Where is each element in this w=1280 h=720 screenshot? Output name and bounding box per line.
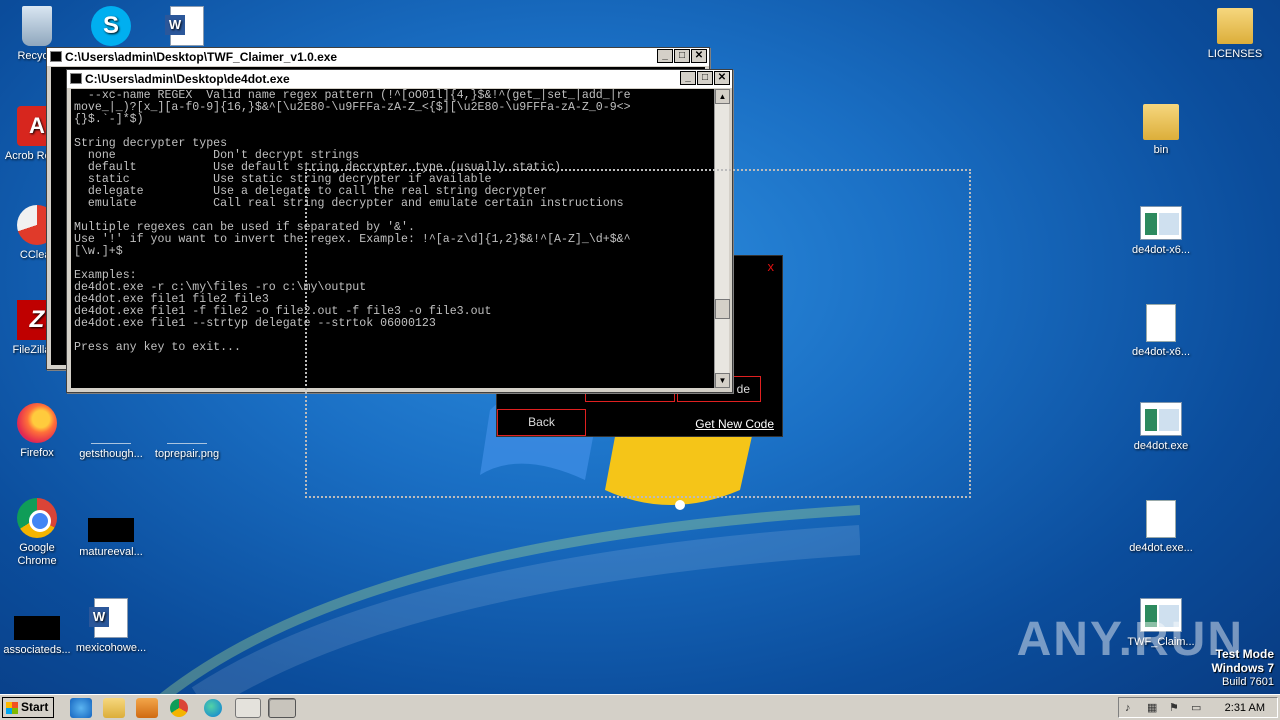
action-center-flag-icon[interactable]: ⚑ <box>1169 702 1181 714</box>
desktop-icon-label: toprepair.png <box>154 448 220 460</box>
taskbar-window-twf-claimer[interactable] <box>235 698 261 718</box>
chrome-icon <box>17 498 57 538</box>
folder-icon <box>1143 104 1179 140</box>
test-mode-notice: Test Mode Windows 7 Build 7601 <box>1211 647 1274 689</box>
file-icon <box>1146 500 1176 538</box>
png-file-icon <box>167 404 207 444</box>
desktop-icon-skype[interactable]: S <box>74 6 148 50</box>
close-button[interactable]: ✕ <box>714 71 730 85</box>
desktop-icon-toprepair[interactable]: toprepair.png <box>150 404 224 461</box>
desktop-icon-de4dot-x64-file[interactable]: de4dot-x6... <box>1124 304 1198 359</box>
firefox-icon <box>17 403 57 443</box>
black-thumbnail-icon <box>88 518 134 542</box>
windows-flag-icon <box>6 702 18 714</box>
media-player-icon[interactable] <box>136 698 158 718</box>
edge-icon[interactable] <box>204 699 222 717</box>
chrome-taskbar-icon[interactable] <box>170 699 188 717</box>
file-icon <box>91 404 131 444</box>
skype-icon: S <box>91 6 131 46</box>
word-document-icon <box>89 598 128 638</box>
explorer-folder-icon[interactable] <box>103 698 125 718</box>
file-icon <box>1146 304 1176 342</box>
internet-explorer-icon[interactable] <box>70 698 92 718</box>
desktop-icon-associateds[interactable]: associateds... <box>0 600 74 657</box>
desktop-icon-mexicohowe[interactable]: mexicohowe... <box>74 598 148 655</box>
minimize-button[interactable]: _ <box>657 49 673 63</box>
desktop-icon-label: de4dot.exe... <box>1129 542 1193 554</box>
taskbar-clock[interactable]: 2:31 AM <box>1225 702 1265 714</box>
exe-icon <box>1140 402 1182 436</box>
scroll-up-arrow-icon[interactable]: ▲ <box>715 89 730 104</box>
desktop-icon-label: mexicohowe... <box>75 642 147 654</box>
close-button[interactable]: ✕ <box>691 49 707 63</box>
black-thumbnail-icon <box>14 616 60 640</box>
taskbar: Start ♪ ▦ ⚑ ▭ 2:31 AM <box>0 694 1280 720</box>
window-titlebar[interactable]: C:\Users\admin\Desktop\TWF_Claimer_v1.0.… <box>47 48 709 66</box>
desktop-icon-label: de4dot-x6... <box>1131 346 1191 358</box>
desktop-icon-chrome[interactable]: Google Chrome <box>0 498 74 568</box>
wallpaper-light-streak <box>160 505 860 700</box>
word-document-icon <box>165 6 204 46</box>
desktop-icon-label: associateds... <box>3 644 71 656</box>
desktop-icon-getsthough[interactable]: getsthough... <box>74 404 148 461</box>
desktop-icon-label: getsthough... <box>79 448 143 460</box>
desktop-icon-de4dot-exe[interactable]: de4dot.exe <box>1124 402 1198 453</box>
system-tray: ♪ ▦ ⚑ ▭ 2:31 AM <box>1118 697 1278 718</box>
console-line: {}$.`-]*$) <box>74 113 144 126</box>
window-title: C:\Users\admin\Desktop\TWF_Claimer_v1.0.… <box>65 50 338 64</box>
test-mode-line1: Test Mode <box>1215 647 1274 661</box>
desktop-icon-label: de4dot-x6... <box>1131 244 1191 256</box>
power-icon[interactable]: ▭ <box>1191 702 1203 714</box>
desktop-icon-de4dot-exe-config[interactable]: de4dot.exe... <box>1124 500 1198 555</box>
window-title: C:\Users\admin\Desktop\de4dot.exe <box>85 72 290 86</box>
window-drag-outline <box>305 169 971 498</box>
start-button[interactable]: Start <box>2 697 54 718</box>
anyrun-watermark: ANY.RUN <box>1016 613 1244 666</box>
folder-icon <box>1217 8 1253 44</box>
recycle-bin-icon <box>22 6 52 46</box>
desktop-icon-label: LICENSES <box>1207 48 1263 60</box>
desktop-icon-label: matureeval... <box>79 546 143 558</box>
console-line: move_|_)?[x_][a-f0-9]{16,}$&^[\u2E80-\u9… <box>74 101 631 114</box>
desktop-icon-word-doc[interactable] <box>150 6 224 50</box>
desktop-icon-label: Firefox <box>20 447 54 459</box>
volume-icon[interactable]: ♪ <box>1125 702 1137 714</box>
desktop-icon-label: Google Chrome <box>17 542 57 567</box>
test-mode-line2: Windows 7 <box>1211 661 1274 675</box>
minimize-button[interactable]: _ <box>680 71 696 85</box>
exe-icon <box>1140 206 1182 240</box>
maximize-button[interactable]: □ <box>674 49 690 63</box>
network-icon[interactable]: ▦ <box>1147 702 1159 714</box>
desktop-icon-firefox[interactable]: Firefox <box>0 403 74 460</box>
desktop-icon-bin[interactable]: bin <box>1124 104 1198 157</box>
test-mode-line3: Build 7601 <box>1222 676 1274 688</box>
desktop-icon-label: de4dot.exe <box>1133 440 1189 452</box>
maximize-button[interactable]: □ <box>697 71 713 85</box>
console-app-icon <box>70 73 82 84</box>
console-app-icon <box>50 51 62 62</box>
start-label: Start <box>21 700 49 714</box>
taskbar-window-de4dot[interactable] <box>268 698 296 718</box>
desktop-icon-matureeval[interactable]: matureeval... <box>74 502 148 559</box>
desktop-icon-label: bin <box>1153 144 1169 156</box>
desktop-icon-licenses[interactable]: LICENSES <box>1198 8 1272 61</box>
desktop-icon-de4dot-x64-exe[interactable]: de4dot-x6... <box>1124 206 1198 257</box>
window-titlebar[interactable]: C:\Users\admin\Desktop\de4dot.exe _ □ ✕ <box>67 70 732 88</box>
